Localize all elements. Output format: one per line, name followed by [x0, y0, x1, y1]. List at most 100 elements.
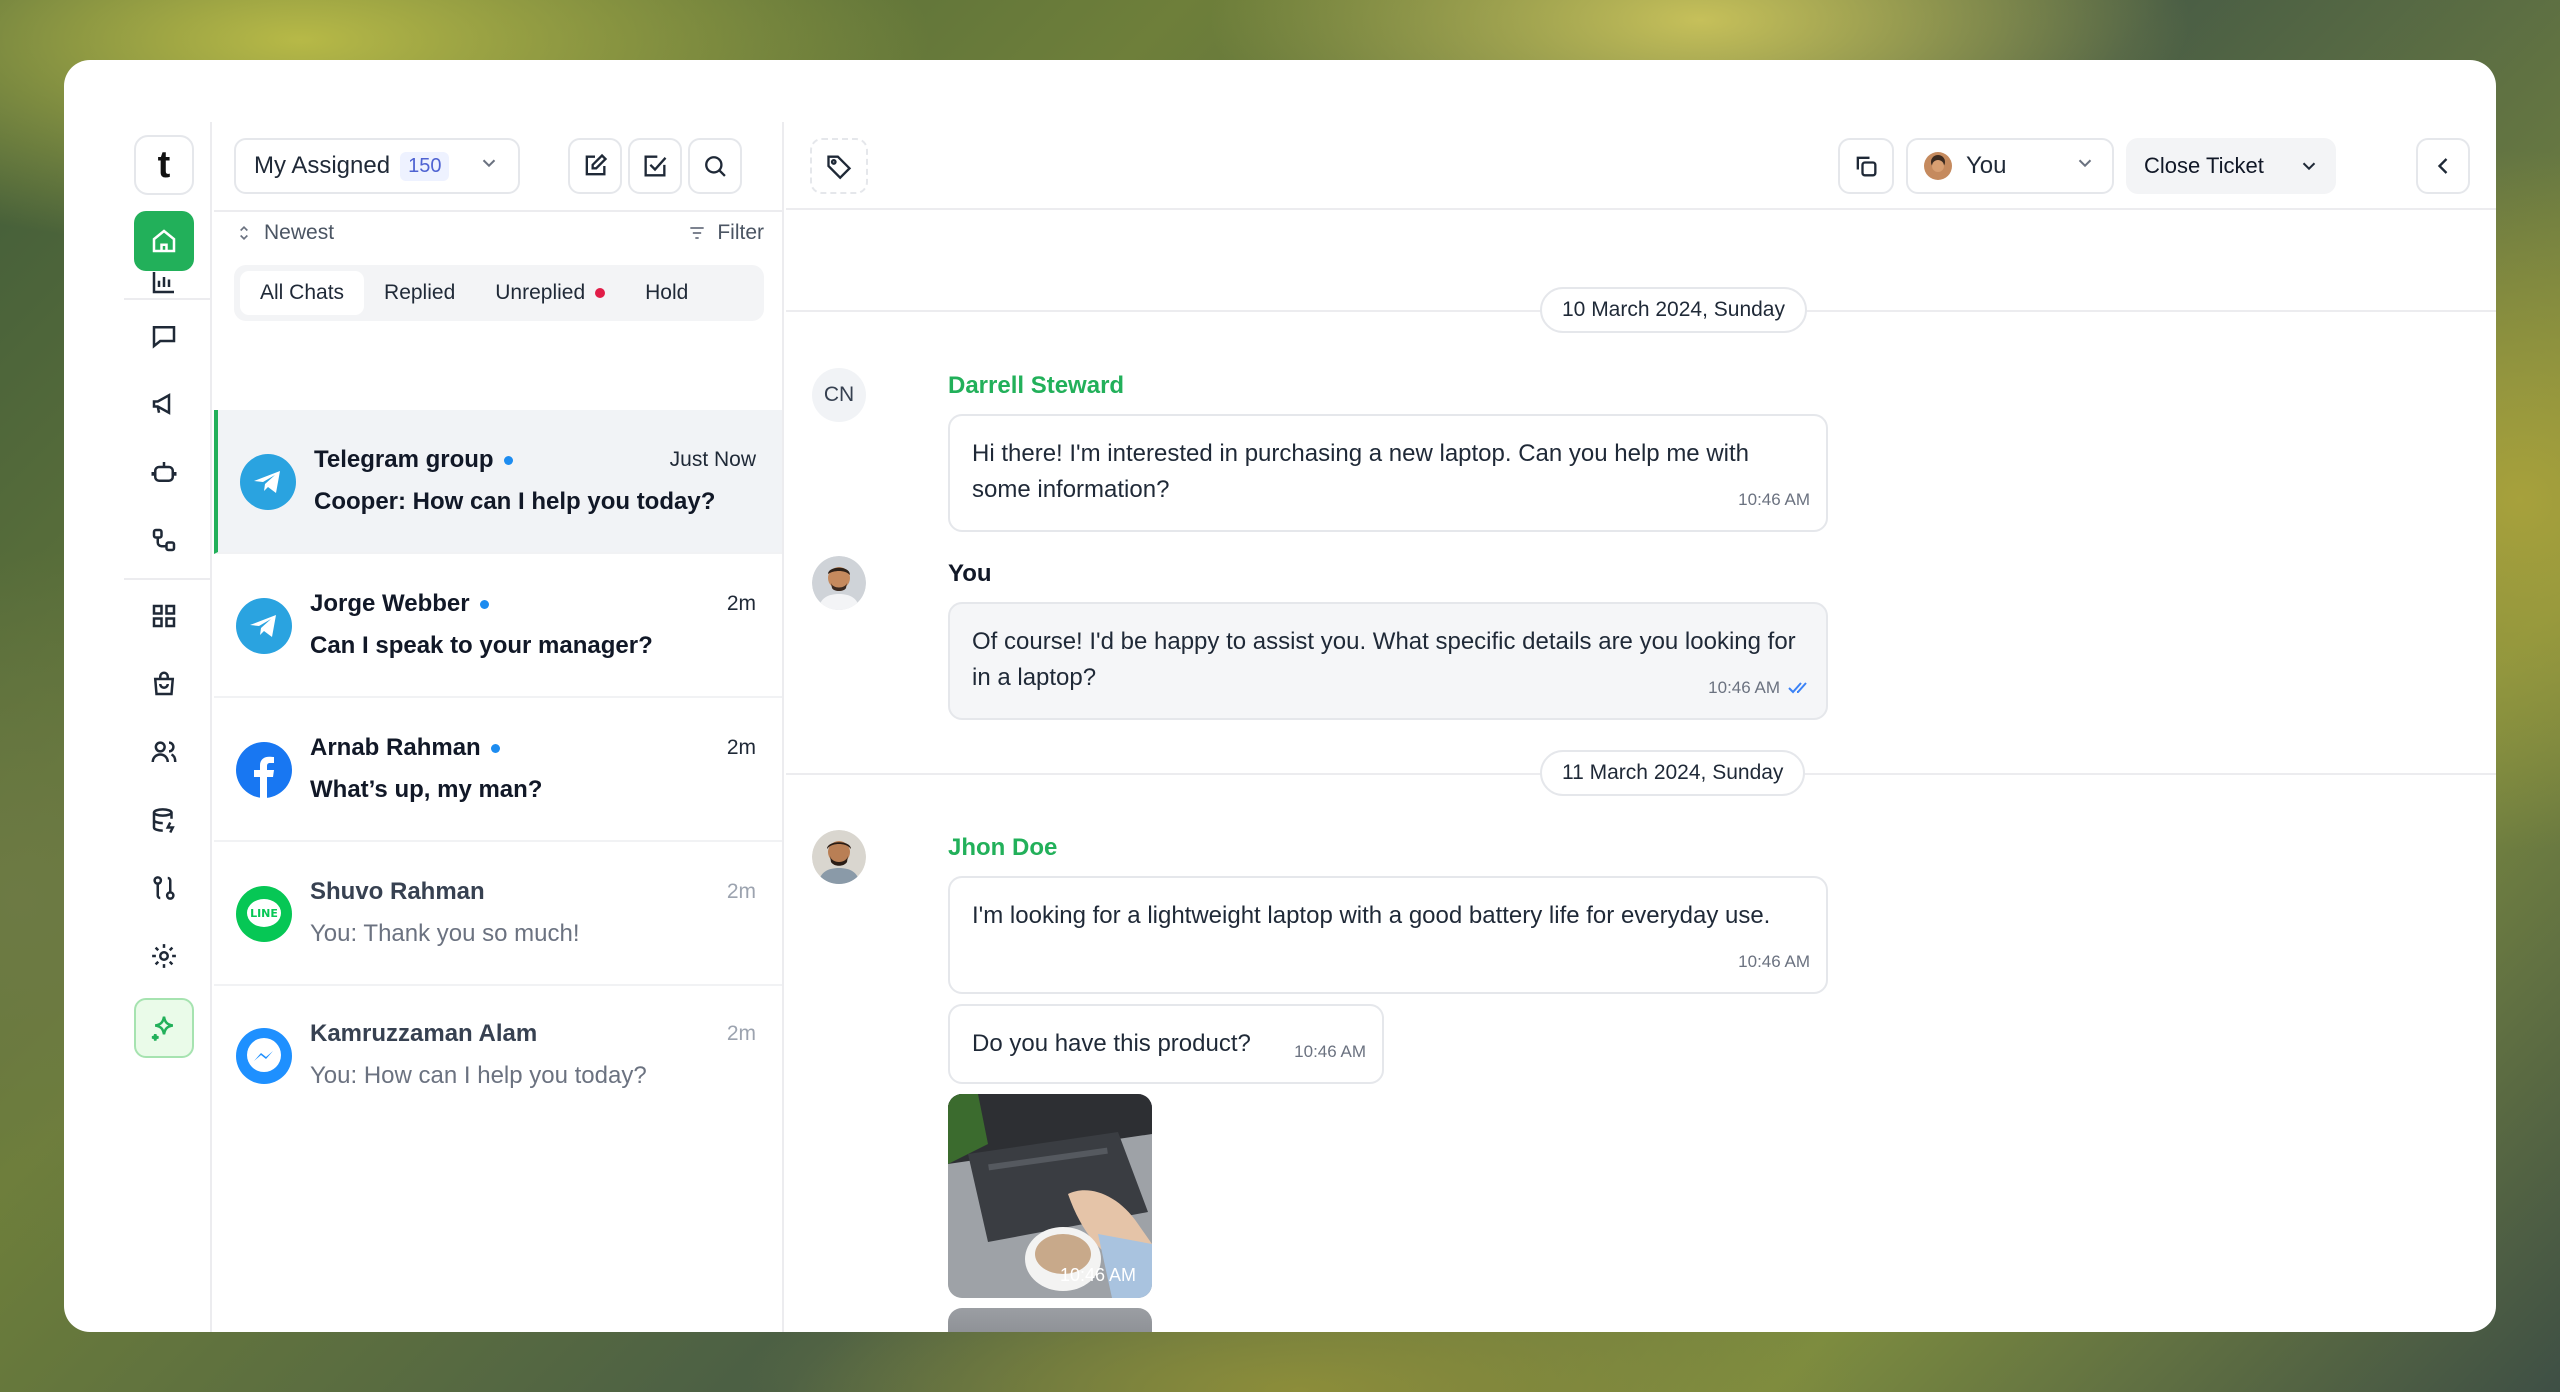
message-bubble: Hi there! I'm interested in purchasing a… — [948, 414, 1828, 532]
conversation-time: 2m — [726, 880, 756, 903]
conversation-preview: Cooper: How can I help you today? — [314, 488, 716, 515]
rail-divider — [124, 578, 212, 580]
chevron-left-icon — [2437, 158, 2448, 174]
facebook-icon — [236, 742, 292, 798]
laptop-photo[interactable]: 10:46 AM — [948, 1094, 1152, 1298]
tag-icon — [827, 155, 852, 180]
message-time: 10:46 AM — [1294, 1042, 1366, 1061]
conversation-toolbar: You Close Ticket — [786, 122, 2496, 210]
bot-icon[interactable] — [134, 442, 194, 502]
assignee-label: You — [1966, 152, 2007, 179]
copy-button[interactable] — [1838, 138, 1894, 194]
conversation-name: Shuvo Rahman — [310, 878, 485, 905]
select-button[interactable] — [628, 138, 682, 194]
compose-button[interactable] — [568, 138, 622, 194]
gear-icon[interactable] — [134, 926, 194, 986]
avatar — [812, 830, 866, 884]
tab-replied[interactable]: Replied — [364, 271, 475, 315]
conversation-preview: What’s up, my man? — [310, 776, 543, 803]
conversation-preview: Can I speak to your manager? — [310, 632, 653, 659]
chat-bubble-icon[interactable] — [134, 306, 194, 366]
filter-label: Filter — [717, 221, 764, 244]
sender-name: Darrell Steward — [948, 372, 1125, 399]
shopping-bag-icon[interactable] — [134, 654, 194, 714]
search-icon — [705, 156, 726, 177]
message-bubble: I'm looking for a lightweight laptop wit… — [948, 876, 1828, 994]
telegram-icon — [240, 454, 296, 510]
collapse-panel-button[interactable] — [2416, 138, 2470, 194]
chevron-down-icon — [2074, 152, 2096, 181]
users-icon[interactable] — [134, 722, 194, 782]
tab-all-chats[interactable]: All Chats — [240, 271, 365, 315]
conversation-time: 2m — [726, 1022, 756, 1045]
tab-label: Replied — [384, 281, 456, 304]
add-tag-button[interactable] — [810, 138, 868, 194]
date-separator: 10 March 2024, Sunday — [1540, 287, 1807, 333]
telegram-icon — [236, 598, 292, 654]
bar-chart-icon[interactable] — [134, 252, 194, 312]
tab-label: Unreplied — [495, 281, 586, 304]
avatar — [812, 556, 866, 610]
message-time: 10:46 AM — [1708, 670, 1810, 706]
edit-icon — [585, 153, 608, 176]
date-separator: 11 March 2024, Sunday — [1540, 750, 1806, 796]
app-logo[interactable]: t — [134, 135, 194, 195]
megaphone-icon[interactable] — [134, 374, 194, 434]
conversation-name: Telegram group — [314, 446, 513, 474]
tab-unreplied[interactable]: Unreplied — [475, 271, 625, 315]
search-button[interactable] — [688, 138, 742, 194]
conversation-name: Jorge Webber — [310, 590, 489, 618]
conversation-item[interactable]: Kamruzzaman Alam 2m You: How can I help … — [214, 984, 782, 1128]
conversation-time: 2m — [726, 592, 756, 615]
unread-dot — [479, 599, 489, 609]
app-window: t My Assigned 150 Newest Filter All Chat… — [64, 60, 2496, 1332]
sort-button[interactable]: Newest — [234, 221, 334, 245]
conversation-name: Kamruzzaman Alam — [310, 1020, 538, 1047]
conversation-time: 2m — [726, 736, 756, 759]
avatar: CN — [812, 368, 866, 422]
double-check-icon — [1788, 682, 1807, 694]
messenger-icon — [236, 1028, 292, 1084]
chevron-down-icon[interactable] — [2282, 155, 2336, 177]
conversation-panel: You Close Ticket 10 March 2024, Sunday C… — [786, 122, 2496, 1332]
close-ticket-button[interactable]: Close Ticket — [2126, 138, 2336, 194]
image-attachment[interactable] — [948, 1308, 1152, 1332]
unread-dot — [490, 743, 500, 753]
filter-button[interactable]: Filter — [687, 221, 764, 245]
grid-icon[interactable] — [134, 586, 194, 646]
sort-icon — [240, 225, 248, 241]
conversation-item[interactable]: Jorge Webber 2m Can I speak to your mana… — [214, 554, 782, 698]
routing-icon[interactable] — [134, 858, 194, 918]
assignment-dropdown[interactable]: My Assigned 150 — [234, 138, 520, 194]
conversation-item[interactable]: Telegram group Just Now Cooper: How can … — [214, 410, 782, 554]
line-icon: LINE — [236, 886, 292, 942]
checkbox-icon — [644, 155, 667, 177]
sparkle-icon[interactable] — [134, 998, 194, 1058]
assignee-dropdown[interactable]: You — [1906, 138, 2114, 194]
database-icon[interactable] — [134, 790, 194, 850]
assignment-label: My Assigned — [254, 152, 391, 179]
tab-hold[interactable]: Hold — [625, 271, 708, 315]
sort-label: Newest — [264, 221, 335, 244]
chevron-down-icon — [478, 152, 500, 181]
avatar — [1924, 152, 1952, 180]
conversation-time: Just Now — [669, 448, 756, 471]
sender-name: Jhon Doe — [948, 834, 1058, 861]
close-ticket-label: Close Ticket — [2144, 153, 2264, 178]
message-bubble: Do you have this product? 10:46 AM — [948, 1004, 1384, 1084]
conversation-preview: You: Thank you so much! — [310, 920, 580, 947]
copy-icon — [1856, 156, 1877, 177]
workflow-icon[interactable] — [134, 510, 194, 570]
message-text: Hi there! I'm interested in purchasing a… — [972, 440, 1749, 503]
rail-divider — [124, 298, 212, 300]
conversation-item[interactable]: Arnab Rahman 2m What’s up, my man? — [214, 698, 782, 842]
left-rail: t — [124, 122, 212, 1332]
message-text: Of course! I'd be happy to assist you. W… — [972, 628, 1796, 691]
tab-label: All Chats — [260, 281, 345, 304]
message-time: 10:46 AM — [1738, 490, 1810, 509]
conversation-preview: You: How can I help you today? — [310, 1062, 647, 1089]
sort-filter-bar: Newest Filter — [214, 210, 784, 254]
conversation-item[interactable]: LINE Shuvo Rahman 2m You: Thank you so m… — [214, 842, 782, 986]
message-text: I'm looking for a lightweight laptop wit… — [972, 902, 1771, 929]
filter-icon — [690, 227, 704, 239]
